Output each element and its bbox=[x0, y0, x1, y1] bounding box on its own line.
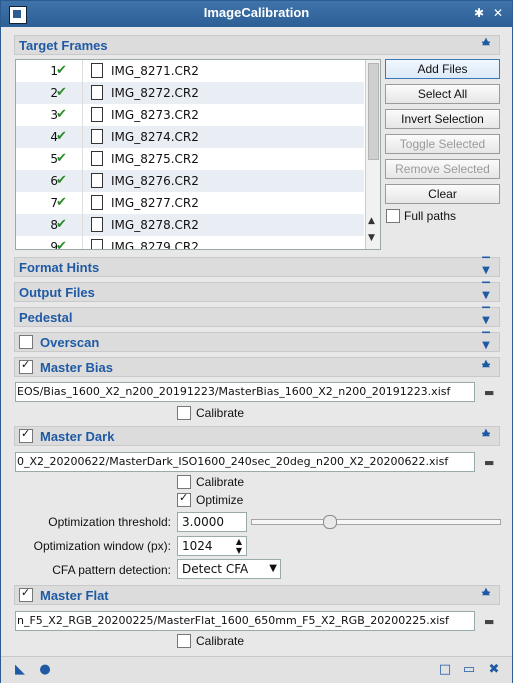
section-output-files[interactable]: Output Files ▔ ▼ bbox=[14, 282, 500, 302]
full-paths-label: Full paths bbox=[404, 209, 457, 223]
remove-selected-button[interactable]: Remove Selected bbox=[385, 159, 500, 179]
check-icon[interactable]: ✔ bbox=[56, 173, 67, 188]
expand-icon[interactable]: ▔ ▼ bbox=[479, 259, 493, 276]
reset-icon[interactable]: ✖ bbox=[487, 663, 501, 677]
scrollbar-thumb[interactable] bbox=[368, 63, 379, 160]
list-item[interactable]: 8 ✔ IMG_8278.CR2 bbox=[16, 214, 364, 236]
collapse-icon[interactable]: ▲ ▔ bbox=[479, 359, 493, 376]
cfa-label: CFA pattern detection: bbox=[52, 563, 171, 577]
optimize-label: Optimize bbox=[196, 493, 244, 507]
master-bias-checkbox[interactable] bbox=[19, 358, 33, 374]
apply-global-icon[interactable]: ● bbox=[38, 663, 52, 677]
file-icon bbox=[91, 63, 103, 78]
overscan-checkbox[interactable] bbox=[19, 335, 33, 349]
slider-knob[interactable] bbox=[323, 515, 337, 529]
section-format-hints[interactable]: Format Hints ▔ ▼ bbox=[14, 257, 500, 277]
opt-threshold-input[interactable]: 3.0000 bbox=[177, 512, 247, 532]
check-icon[interactable]: ✔ bbox=[56, 195, 67, 210]
list-item[interactable]: 3 ✔ IMG_8273.CR2 bbox=[16, 104, 364, 126]
list-scrollbar[interactable]: ▲ ▼ bbox=[365, 60, 380, 249]
chevron-down-icon[interactable]: ▼ bbox=[269, 560, 277, 578]
file-icon bbox=[91, 173, 103, 188]
optimize-checkbox[interactable] bbox=[177, 491, 191, 507]
collapse-icon[interactable]: ▲ ▔ bbox=[479, 428, 493, 445]
bias-calibrate-checkbox[interactable] bbox=[177, 406, 191, 420]
section-master-flat[interactable]: Master Flat ▲▔ bbox=[14, 585, 500, 605]
cfa-combo[interactable]: Detect CFA ▼ bbox=[177, 559, 281, 579]
add-files-button[interactable]: Add Files bbox=[385, 59, 500, 79]
expand-icon[interactable]: ▔ ▼ bbox=[479, 309, 493, 326]
expand-icon[interactable]: ▔ ▼ bbox=[479, 284, 493, 301]
file-icon bbox=[91, 239, 103, 249]
bias-calibrate-label: Calibrate bbox=[196, 406, 245, 420]
list-item[interactable]: 5 ✔ IMG_8275.CR2 bbox=[16, 148, 364, 170]
folder-icon[interactable]: ▬ bbox=[484, 615, 498, 628]
edit-instance-icon[interactable]: ▭ bbox=[462, 663, 476, 677]
file-icon bbox=[91, 151, 103, 166]
close-button[interactable]: ✕ bbox=[490, 4, 506, 22]
list-item[interactable]: 2 ✔ IMG_8272.CR2 bbox=[16, 82, 364, 104]
check-icon[interactable]: ✔ bbox=[56, 239, 67, 249]
title-bar: ImageCalibration ✱ ✕ bbox=[1, 1, 512, 27]
section-title: Target Frames bbox=[19, 38, 108, 53]
file-icon bbox=[91, 195, 103, 210]
check-icon[interactable]: ✔ bbox=[56, 129, 67, 144]
image-calibration-window: ImageCalibration ✱ ✕ Target Frames ▲ ▔ 1 … bbox=[0, 0, 513, 683]
window-title: ImageCalibration bbox=[203, 5, 310, 20]
folder-icon[interactable]: ▬ bbox=[484, 456, 498, 469]
check-icon[interactable]: ✔ bbox=[56, 151, 67, 166]
section-master-dark[interactable]: Master Dark ▲▔ bbox=[14, 426, 500, 446]
spin-up-icon[interactable]: ▲ bbox=[233, 537, 245, 546]
opt-threshold-slider[interactable] bbox=[251, 515, 501, 529]
folder-icon[interactable]: ▬ bbox=[484, 386, 498, 399]
file-icon bbox=[91, 217, 103, 232]
opt-threshold-label: Optimization threshold: bbox=[48, 515, 171, 529]
section-overscan[interactable]: Overscan ▔ ▼ bbox=[14, 332, 500, 352]
spin-down-icon[interactable]: ▼ bbox=[233, 546, 245, 555]
shade-button[interactable]: ✱ bbox=[471, 4, 487, 22]
section-pedestal[interactable]: Pedestal ▔ ▼ bbox=[14, 307, 500, 327]
master-dark-checkbox[interactable] bbox=[19, 427, 33, 443]
scroll-up-icon[interactable]: ▲ bbox=[368, 216, 375, 226]
check-icon[interactable]: ✔ bbox=[56, 107, 67, 122]
process-control-bar: ◣ ● □ ▭ ✖ bbox=[1, 656, 512, 683]
collapse-icon[interactable]: ▲ ▔ bbox=[479, 587, 493, 604]
flat-calibrate-label: Calibrate bbox=[196, 634, 245, 648]
flat-calibrate-checkbox[interactable] bbox=[177, 634, 191, 648]
file-icon bbox=[91, 85, 103, 100]
check-icon[interactable]: ✔ bbox=[56, 63, 67, 78]
opt-window-spinner[interactable]: ▲ ▼ bbox=[233, 537, 245, 555]
dark-calibrate-label: Calibrate bbox=[196, 475, 245, 489]
file-icon bbox=[91, 107, 103, 122]
check-icon[interactable]: ✔ bbox=[56, 217, 67, 232]
master-flat-path-field[interactable]: n_F5_X2_RGB_20200225/MasterFlat_1600_650… bbox=[15, 611, 475, 631]
list-item[interactable]: 9 ✔ IMG_8279.CR2 bbox=[16, 236, 364, 249]
toggle-selected-button[interactable]: Toggle Selected bbox=[385, 134, 500, 154]
collapse-icon[interactable]: ▲ ▔ bbox=[479, 37, 493, 54]
invert-selection-button[interactable]: Invert Selection bbox=[385, 109, 500, 129]
master-dark-path-field[interactable]: 0_X2_20200622/MasterDark_ISO1600_240sec_… bbox=[15, 452, 475, 472]
section-master-bias[interactable]: Master Bias ▲▔ bbox=[14, 357, 500, 377]
file-icon bbox=[91, 129, 103, 144]
section-target-frames[interactable]: Target Frames ▲ ▔ bbox=[14, 35, 500, 55]
master-bias-path-field[interactable]: EOS/Bias_1600_X2_n200_20191223/MasterBia… bbox=[15, 382, 475, 402]
list-item[interactable]: 4 ✔ IMG_8274.CR2 bbox=[16, 126, 364, 148]
dark-calibrate-checkbox[interactable] bbox=[177, 475, 191, 489]
new-instance-icon[interactable]: ◣ bbox=[13, 663, 27, 677]
target-frames-list[interactable]: 1 ✔ IMG_8271.CR2 2 ✔ IMG_8272.CR2 3 ✔ IM… bbox=[15, 59, 381, 250]
list-item[interactable]: 1 ✔ IMG_8271.CR2 bbox=[16, 60, 364, 82]
clear-button[interactable]: Clear bbox=[385, 184, 500, 204]
list-item[interactable]: 6 ✔ IMG_8276.CR2 bbox=[16, 170, 364, 192]
check-icon[interactable]: ✔ bbox=[56, 85, 67, 100]
documentation-icon[interactable]: □ bbox=[438, 663, 452, 677]
list-item[interactable]: 7 ✔ IMG_8277.CR2 bbox=[16, 192, 364, 214]
master-flat-checkbox[interactable] bbox=[19, 586, 33, 602]
select-all-button[interactable]: Select All bbox=[385, 84, 500, 104]
scroll-down-icon[interactable]: ▼ bbox=[368, 233, 375, 243]
expand-icon[interactable]: ▔ ▼ bbox=[479, 334, 493, 351]
opt-window-label: Optimization window (px): bbox=[33, 539, 171, 553]
full-paths-checkbox[interactable] bbox=[386, 209, 400, 223]
